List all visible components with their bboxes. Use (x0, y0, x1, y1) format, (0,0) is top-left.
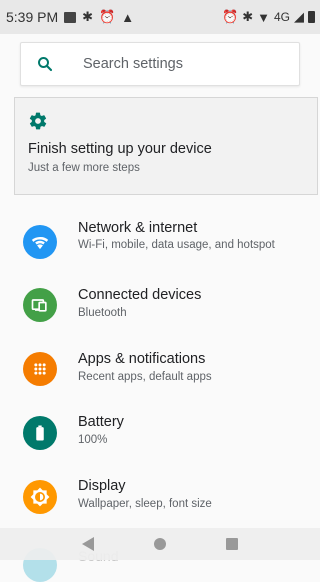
status-bar: 5:39 PM ✱ ⏰ ▲ ⏰ ✱ ▼ 4G ◢ (0, 0, 320, 34)
search-input[interactable] (83, 43, 293, 85)
cell-signal-icon: ◢ (294, 9, 304, 24)
wifi-signal-icon: ▼ (257, 9, 270, 25)
setting-display[interactable]: Display Wallpaper, sleep, font size (0, 470, 320, 535)
navigation-bar (0, 528, 320, 560)
network-type: 4G (273, 10, 290, 24)
alarm-icon: ⏰ (222, 9, 239, 24)
wifi-icon (23, 225, 57, 259)
apps-icon (23, 352, 57, 386)
setting-network-internet[interactable]: Network & internet Wi-Fi, mobile, data u… (0, 210, 320, 275)
setting-subtitle: Wallpaper, sleep, font size (78, 498, 212, 510)
alarm-icon: ⏰ (99, 9, 116, 24)
setup-card-subtitle: Just a few more steps (28, 162, 140, 174)
gear-icon (29, 112, 47, 130)
setup-suggestion-card[interactable]: Finish setting up your device Just a few… (14, 97, 318, 195)
status-time: 5:39 PM (6, 9, 59, 25)
setting-connected-devices[interactable]: Connected devices Bluetooth (0, 275, 320, 340)
setting-title: Battery (78, 414, 124, 430)
recents-icon[interactable] (226, 538, 238, 550)
status-left: 5:39 PM ✱ ⏰ ▲ (6, 9, 134, 25)
battery-icon (308, 11, 315, 23)
gear-icon: ✱ (82, 9, 94, 24)
setup-card-title: Finish setting up your device (28, 141, 212, 157)
setting-title: Network & internet (78, 220, 198, 236)
setting-subtitle: 100% (78, 434, 108, 446)
status-right: ⏰ ✱ ▼ 4G ◢ (222, 9, 315, 25)
search-bar[interactable] (20, 42, 300, 86)
setting-subtitle: Wi-Fi, mobile, data usage, and hotspot (78, 239, 275, 251)
setting-subtitle: Bluetooth (78, 307, 127, 319)
devices-icon (23, 288, 57, 322)
setting-battery[interactable]: Battery 100% (0, 405, 320, 470)
bluetooth-icon: ✱ (242, 9, 254, 24)
setting-title: Display (78, 478, 126, 494)
image-icon (64, 11, 77, 23)
search-icon (38, 57, 53, 72)
setting-apps-notifications[interactable]: Apps & notifications Recent apps, defaul… (0, 340, 320, 405)
setting-title: Connected devices (78, 287, 202, 303)
setting-title: Apps & notifications (78, 351, 206, 367)
battery-icon (23, 416, 57, 450)
setting-subtitle: Recent apps, default apps (78, 371, 212, 383)
warning-icon: ▲ (121, 9, 135, 25)
back-icon[interactable] (82, 537, 94, 551)
home-icon[interactable] (154, 538, 166, 550)
display-icon (23, 480, 57, 514)
settings-list: Network & internet Wi-Fi, mobile, data u… (0, 210, 320, 535)
